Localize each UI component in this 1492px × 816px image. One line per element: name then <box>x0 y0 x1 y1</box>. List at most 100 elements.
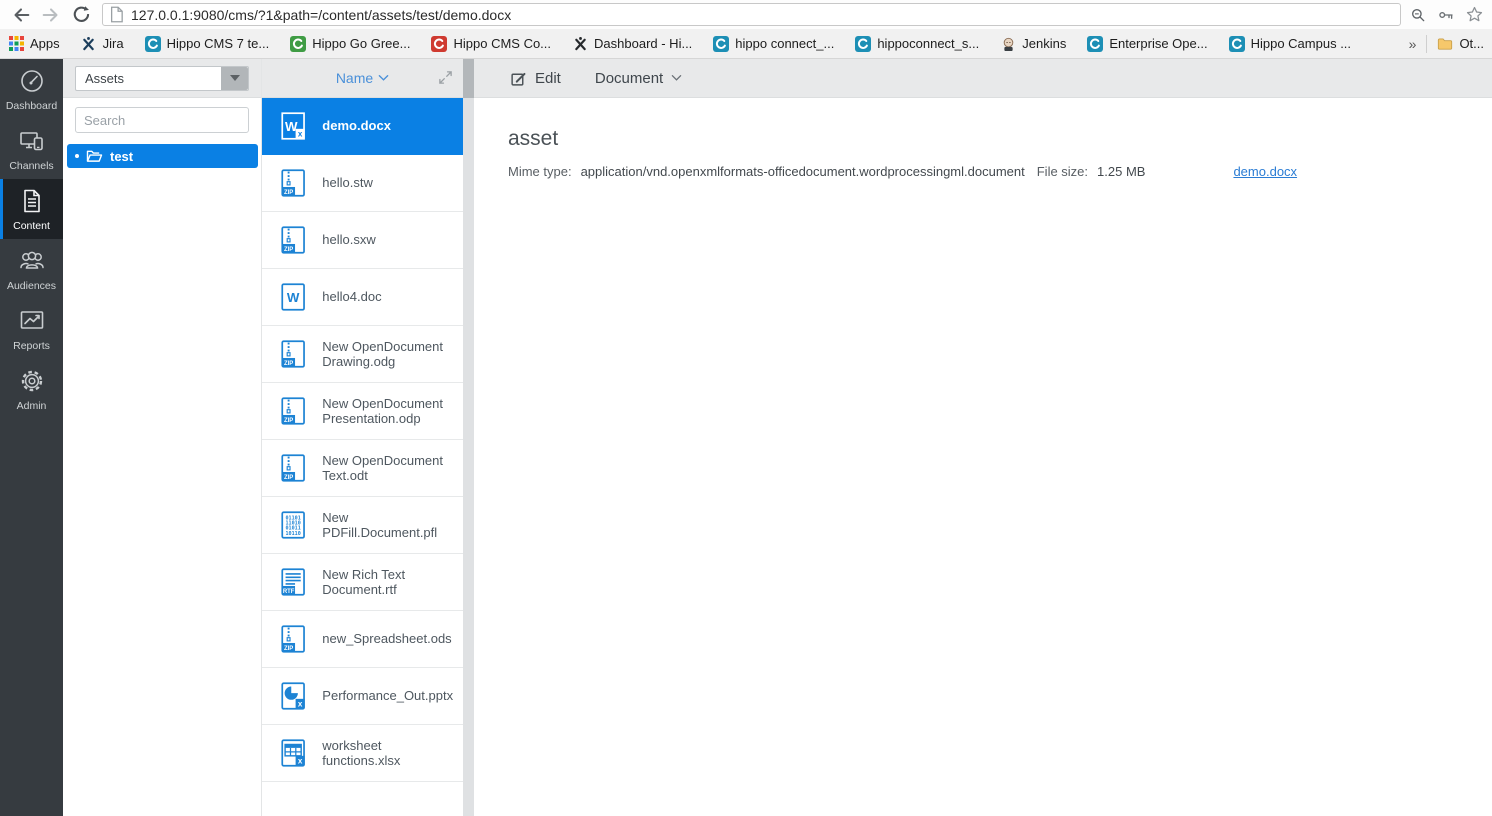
zip-file-icon: ZIP <box>281 226 305 254</box>
file-name: hello.sxw <box>322 232 376 248</box>
asset-detail: asset Mime type: application/vnd.openxml… <box>474 98 1492 179</box>
bookmark-hippo-connect[interactable]: hippo connect_... <box>713 35 834 52</box>
hippo-favicon <box>1087 35 1104 52</box>
bookmark-label: Hippo CMS 7 te... <box>166 36 270 51</box>
bookmark-dashboard[interactable]: Dashboard - Hi... <box>572 36 692 52</box>
url-text: 127.0.0.1:9080/cms/?1&path=/content/asse… <box>131 6 512 23</box>
svg-text:10110: 10110 <box>285 531 300 537</box>
bookmark-label: Jira <box>102 36 124 51</box>
chart-icon <box>20 310 43 329</box>
sidebar-item-admin[interactable]: Admin <box>0 359 63 419</box>
file-name: Performance_Out.pptx <box>322 688 454 704</box>
cms-app: Dashboard Channels Content Audiences Rep… <box>0 59 1492 816</box>
file-size-label: File size: <box>1036 164 1089 179</box>
section-selector[interactable]: Assets <box>75 65 249 91</box>
bookmark-hippo-cms7[interactable]: Hippo CMS 7 te... <box>144 35 270 52</box>
svg-text:ZIP: ZIP <box>284 247 293 253</box>
dashboard-x-icon <box>572 36 588 52</box>
sort-column-label: Name <box>335 70 374 86</box>
bookmark-hippo-go-green[interactable]: Hippo Go Gree... <box>290 35 410 52</box>
forward-arrow-icon <box>42 7 58 22</box>
page-icon <box>110 6 123 23</box>
hippo-favicon <box>144 35 161 52</box>
main-sidebar: Dashboard Channels Content Audiences Rep… <box>0 59 63 816</box>
docx-file-icon: Wx <box>281 112 305 140</box>
bookmarks-bar: Apps Jira Hippo CMS 7 te... Hippo Go Gre… <box>0 29 1492 59</box>
bookmark-jira[interactable]: Jira <box>81 36 124 52</box>
bookmark-enterprise[interactable]: Enterprise Ope... <box>1087 35 1208 52</box>
file-row[interactable]: ZIP New OpenDocument Drawing.odg <box>262 326 463 383</box>
file-row[interactable]: Wx demo.docx <box>262 98 463 155</box>
bookmark-label: Dashboard - Hi... <box>594 36 693 51</box>
sidebar-item-content[interactable]: Content <box>0 179 63 239</box>
file-name: hello.stw <box>322 175 373 191</box>
forward-button[interactable] <box>38 2 64 28</box>
sidebar-item-channels[interactable]: Channels <box>0 119 63 179</box>
modified-indicator-dot <box>75 154 79 158</box>
refresh-icon <box>73 6 89 22</box>
edit-button[interactable]: Edit <box>510 70 561 87</box>
file-row[interactable]: ZIP hello.sxw <box>262 212 463 269</box>
svg-text:ZIP: ZIP <box>284 475 293 481</box>
gauge-icon <box>20 69 43 92</box>
back-button[interactable] <box>8 2 34 28</box>
bookmark-apps[interactable]: Apps <box>8 36 60 52</box>
key-icon[interactable] <box>1437 6 1455 24</box>
search-input[interactable] <box>84 112 260 128</box>
file-row[interactable]: 01101 11010 01011 10110 New PDFill.Document… <box>262 497 463 554</box>
document-menu-button[interactable]: Document <box>595 70 682 87</box>
expand-panel-button[interactable] <box>438 70 453 85</box>
doc-file-icon: W <box>281 283 305 311</box>
file-row[interactable]: ZIP New OpenDocument Text.odt <box>262 440 463 497</box>
document-main-panel: Edit Document asset Mime type: applicati… <box>474 59 1492 816</box>
file-row[interactable]: RTF New Rich Text Document.rtf <box>262 554 463 611</box>
bookmark-hippo-cms-co[interactable]: Hippo CMS Co... <box>431 35 551 52</box>
sidebar-item-label: Content <box>13 219 50 232</box>
scrollbar-thumb[interactable] <box>463 59 474 98</box>
xlsx-file-icon: x <box>281 739 305 767</box>
apps-grid-icon <box>8 36 24 52</box>
other-bookmarks-folder[interactable]: Ot... <box>1437 36 1484 52</box>
binary-file-icon: 01101110100101110110 <box>281 511 305 539</box>
asset-heading: asset <box>508 127 559 150</box>
folder-icon <box>1437 36 1453 52</box>
bookmarks-overflow-chevron[interactable]: » <box>1409 36 1417 52</box>
sidebar-item-label: Channels <box>9 159 54 172</box>
file-row[interactable]: x worksheet functions.xlsx <box>262 725 463 782</box>
file-name: New OpenDocument Text.odt <box>322 452 443 483</box>
section-selector-button[interactable] <box>221 66 248 90</box>
svg-text:RTF: RTF <box>283 589 295 595</box>
zoom-icon[interactable] <box>1409 6 1427 24</box>
sidebar-item-audiences[interactable]: Audiences <box>0 239 63 299</box>
file-list-scrollbar[interactable] <box>463 59 474 816</box>
folder-label: test <box>110 148 134 164</box>
sidebar-item-dashboard[interactable]: Dashboard <box>0 59 63 119</box>
file-name: demo.docx <box>322 118 391 134</box>
bookmark-hippoconnect-s[interactable]: hippoconnect_s... <box>855 35 979 52</box>
file-row[interactable]: x Performance_Out.pptx <box>262 668 463 725</box>
chevron-down-icon <box>671 75 682 81</box>
search-field[interactable] <box>75 107 260 133</box>
file-name: New Rich Text Document.rtf <box>322 566 406 597</box>
file-row[interactable]: ZIP New OpenDocument Presentation.odp <box>262 383 463 440</box>
file-row[interactable]: ZIP new_Spreadsheet.ods <box>262 611 463 668</box>
file-row[interactable]: W hello4.doc <box>262 269 463 326</box>
bookmark-star-icon[interactable] <box>1465 5 1484 24</box>
zip-file-icon: ZIP <box>281 169 305 197</box>
file-row[interactable]: ZIP hello.stw <box>262 155 463 212</box>
document-toolbar: Edit Document <box>474 59 1492 98</box>
bookmark-jenkins[interactable]: Jenkins <box>1000 36 1066 52</box>
back-arrow-icon <box>14 7 30 22</box>
bookmark-hippo-campus[interactable]: Hippo Campus ... <box>1228 35 1351 52</box>
folder-tree-panel: Assets test <box>63 59 262 816</box>
sidebar-item-reports[interactable]: Reports <box>0 299 63 359</box>
gear-icon <box>21 370 42 391</box>
sort-by-name[interactable]: Name <box>336 70 389 86</box>
file-name: New PDFill.Document.pfl <box>322 509 438 540</box>
refresh-button[interactable] <box>68 2 94 28</box>
jira-charlie-icon <box>81 36 97 52</box>
tree-item-test-folder[interactable]: test <box>67 144 258 168</box>
devices-icon <box>19 131 43 150</box>
asset-download-link[interactable]: demo.docx <box>1233 164 1297 179</box>
address-bar[interactable]: 127.0.0.1:9080/cms/?1&path=/content/asse… <box>102 3 1401 26</box>
